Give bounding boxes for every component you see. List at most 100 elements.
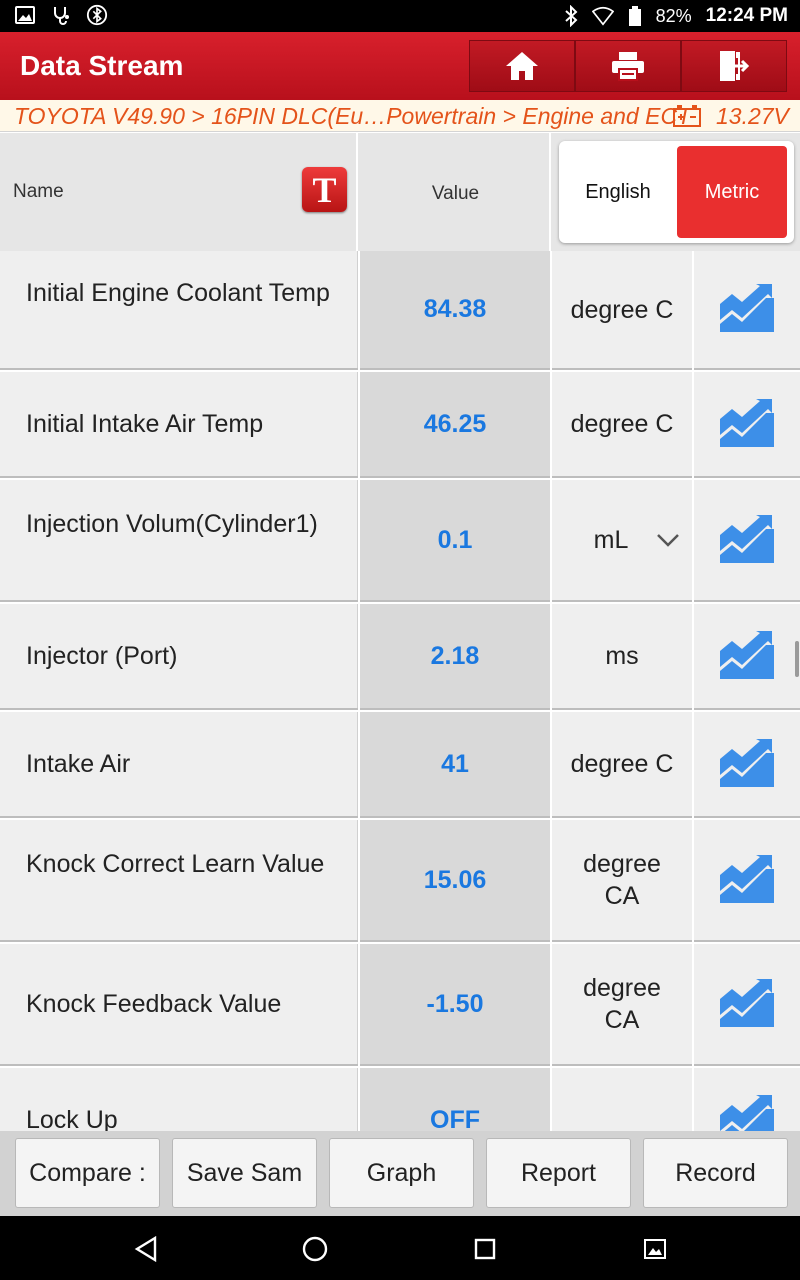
parameter-unit-cell: degree C (552, 372, 692, 478)
record-button[interactable]: Record (643, 1138, 788, 1208)
value-header-label: Value (431, 183, 480, 204)
name-column-header: Name T (0, 133, 358, 251)
metric-units-button[interactable]: Metric (677, 146, 787, 238)
exit-icon (720, 51, 750, 81)
table-row: Knock Correct Learn Value 15.06 degree C… (0, 820, 800, 942)
stethoscope-icon (50, 4, 72, 26)
graph-button[interactable] (694, 372, 800, 478)
print-icon (612, 52, 644, 81)
bluetooth-icon (560, 5, 582, 27)
screenshot-button[interactable] (640, 1234, 670, 1264)
graph-button[interactable] (694, 604, 800, 710)
battery-voltage: 13.27V (716, 103, 789, 129)
recents-button[interactable] (470, 1234, 500, 1264)
line-chart-icon (718, 851, 776, 910)
parameter-name-cell: Injection Volum(Cylinder1) (0, 480, 358, 602)
back-button[interactable] (131, 1234, 161, 1264)
wifi-icon (591, 5, 614, 27)
parameter-unit-cell: degree CA (552, 944, 692, 1066)
image-icon (14, 4, 36, 26)
table-row: Initial Engine Coolant Temp 84.38 degree… (0, 251, 800, 370)
parameter-unit: mL (593, 526, 629, 554)
breadcrumb-path: TOYOTA V49.90 > 16PIN DLC(Eu…Powertrain … (14, 103, 692, 129)
battery-percent: 82% (655, 5, 692, 26)
report-button[interactable]: Report (486, 1138, 631, 1208)
english-units-button[interactable]: English (559, 141, 677, 243)
scrollbar-thumb[interactable] (795, 641, 799, 677)
parameter-value-cell: 15.06 (360, 820, 550, 942)
compare-sample-button[interactable]: Compare : (15, 1138, 160, 1208)
t-logo-icon[interactable]: T (302, 167, 347, 212)
value-column-header: Value (360, 133, 551, 251)
graph-button[interactable] (694, 1068, 800, 1131)
back-icon (134, 1236, 157, 1262)
parameter-name-cell: Intake Air (0, 712, 358, 818)
table-row: Knock Feedback Value -1.50 degree CA (0, 944, 800, 1066)
graph-button[interactable] (694, 480, 800, 602)
graph-button[interactable] (694, 712, 800, 818)
parameter-unit: degree CA (583, 850, 661, 910)
title-bar: Data Stream (0, 32, 800, 100)
breadcrumb: TOYOTA V49.90 > 16PIN DLC(Eu…Powertrain … (0, 100, 800, 132)
chevron-down-icon (657, 534, 679, 547)
table-row: Initial Intake Air Temp 46.25 degree C (0, 372, 800, 478)
parameter-unit-cell (552, 1068, 692, 1131)
parameter-value: 46.25 (423, 409, 487, 438)
parameter-value-cell: -1.50 (360, 944, 550, 1066)
unit-dropdown[interactable]: mL (552, 480, 692, 602)
parameter-name: Knock Feedback Value (26, 990, 282, 1018)
parameter-unit-cell: degree CA (552, 820, 692, 942)
graph-button[interactable] (694, 944, 800, 1066)
recents-icon (474, 1238, 496, 1260)
parameter-name-cell: Initial Engine Coolant Temp (0, 251, 358, 370)
parameter-value-cell: OFF (360, 1068, 550, 1131)
parameter-unit: degree C (570, 410, 674, 438)
table-row: Intake Air 41 degree C (0, 712, 800, 818)
parameter-value: 2.18 (430, 641, 480, 670)
parameter-value: OFF (430, 1105, 480, 1132)
screenshot-icon (644, 1239, 666, 1259)
parameter-value: 0.1 (437, 525, 473, 554)
parameter-value: 15.06 (423, 865, 487, 894)
table-header: Name T Value English Metric (0, 133, 800, 251)
home-button[interactable] (469, 40, 575, 92)
parameter-name-cell: Injector (Port) (0, 604, 358, 710)
parameter-name-cell: Lock Up (0, 1068, 358, 1131)
parameter-name: Intake Air (26, 750, 131, 778)
system-nav-bar (0, 1216, 800, 1280)
parameter-value-cell: 0.1 (360, 480, 550, 602)
line-chart-icon (718, 511, 776, 570)
table-row: Injector (Port) 2.18 ms (0, 604, 800, 710)
status-bar: 82% 12:24 PM (0, 0, 800, 32)
line-chart-icon (718, 735, 776, 794)
parameter-name-cell: Initial Intake Air Temp (0, 372, 358, 478)
battery-icon (624, 5, 646, 27)
header-actions (469, 40, 788, 92)
parameter-value: 41 (441, 749, 469, 778)
parameter-name: Knock Correct Learn Value (26, 850, 325, 878)
graph-toolbar-button[interactable]: Graph (329, 1138, 474, 1208)
home-icon (506, 52, 538, 80)
graph-button[interactable] (694, 820, 800, 942)
parameter-unit-cell: ms (552, 604, 692, 710)
line-chart-icon (718, 1091, 776, 1131)
table-row: Injection Volum(Cylinder1) 0.1 mL (0, 480, 800, 602)
clock: 12:24 PM (705, 5, 788, 26)
parameter-name-cell: Knock Feedback Value (0, 944, 358, 1066)
data-stream-list[interactable]: Initial Engine Coolant Temp 84.38 degree… (0, 251, 800, 1131)
bluetooth-circle-icon (86, 4, 108, 26)
bottom-toolbar: Compare : Save Sam Graph Report Record (0, 1131, 800, 1216)
print-button[interactable] (575, 40, 681, 92)
parameter-unit: degree CA (583, 974, 661, 1034)
table-row: Lock Up OFF (0, 1068, 800, 1131)
parameter-unit: ms (605, 642, 639, 670)
exit-button[interactable] (681, 40, 787, 92)
line-chart-icon (718, 395, 776, 454)
parameter-value: 84.38 (423, 295, 487, 323)
parameter-name: Injection Volum(Cylinder1) (26, 510, 318, 538)
save-sample-button[interactable]: Save Sam (172, 1138, 317, 1208)
home-circle-icon (302, 1236, 328, 1262)
parameter-unit: degree C (570, 295, 674, 324)
home-nav-button[interactable] (300, 1234, 330, 1264)
graph-button[interactable] (694, 251, 800, 370)
